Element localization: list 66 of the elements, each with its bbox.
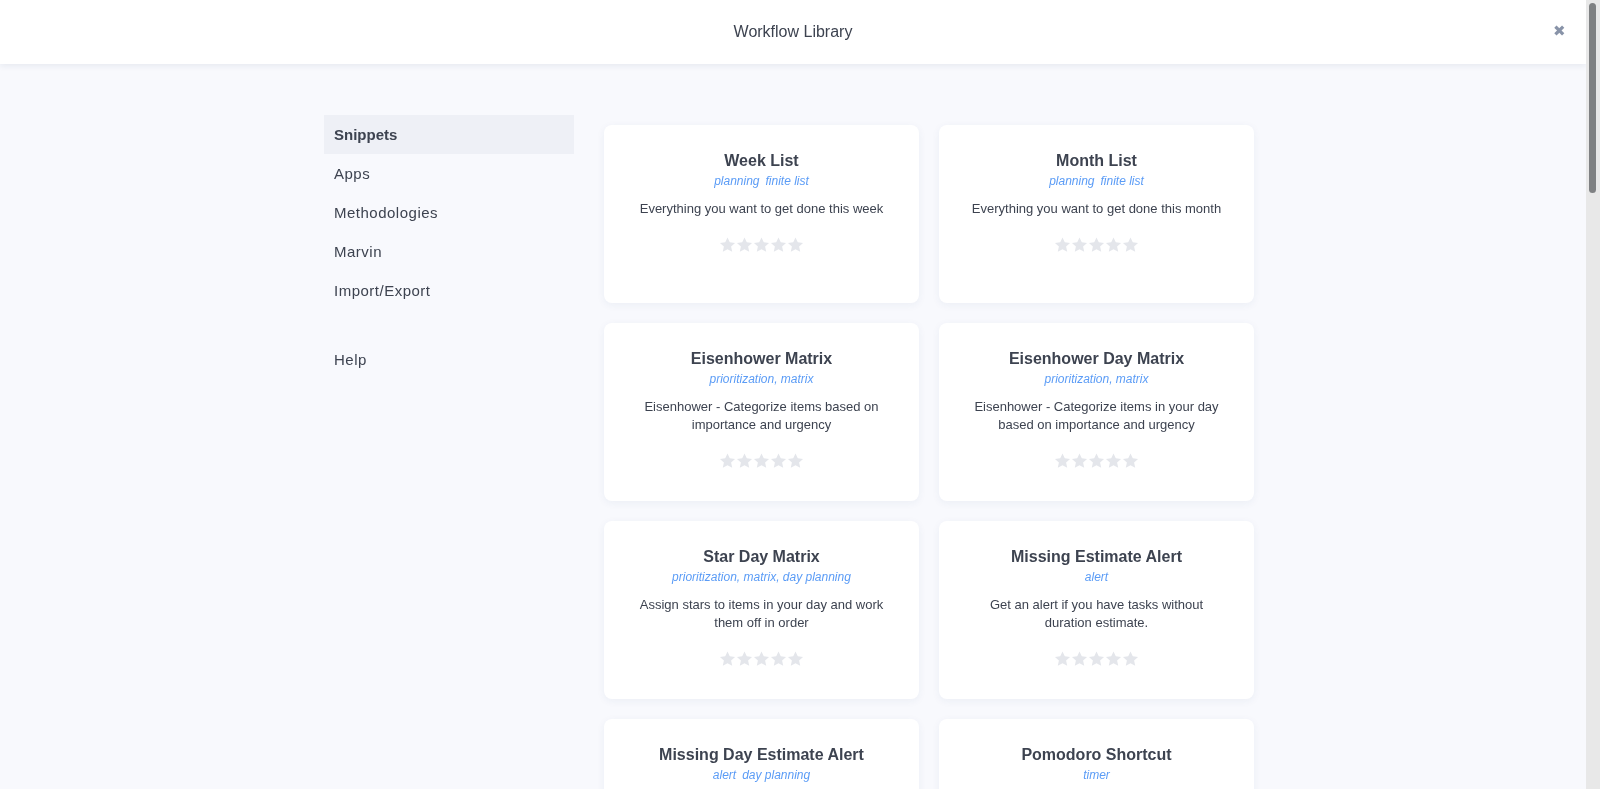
card-title: Pomodoro Shortcut: [1021, 746, 1172, 764]
star-icon[interactable]: [1071, 452, 1088, 469]
star-icon[interactable]: [1071, 650, 1088, 667]
star-icon[interactable]: [753, 650, 770, 667]
star-icon[interactable]: [770, 236, 787, 253]
card-description: Get an alert if you have tasks without duration estimate.: [988, 596, 1205, 632]
card-title: Star Day Matrix: [703, 548, 820, 566]
star-rating[interactable]: [719, 452, 804, 469]
star-icon[interactable]: [787, 452, 804, 469]
card-title: Eisenhower Matrix: [690, 350, 833, 368]
star-icon[interactable]: [719, 452, 736, 469]
star-icon[interactable]: [1054, 452, 1071, 469]
card-title: Eisenhower Day Matrix: [1008, 350, 1185, 368]
star-rating[interactable]: [1054, 236, 1139, 253]
workflow-card[interactable]: Eisenhower Day Matrix prioritization, matrix Eisenhower - Categorize items in your day based on importance and urgency: [939, 323, 1254, 501]
star-icon[interactable]: [1105, 452, 1122, 469]
sidebar-item[interactable]: Snippets: [324, 115, 574, 154]
sidebar-item[interactable]: Help: [324, 340, 574, 379]
star-icon[interactable]: [736, 236, 753, 253]
star-icon[interactable]: [1105, 650, 1122, 667]
card-description: Everything you want to get done this month: [971, 200, 1222, 218]
star-icon[interactable]: [736, 452, 753, 469]
star-icon[interactable]: [1054, 650, 1071, 667]
star-icon[interactable]: [1088, 650, 1105, 667]
card-title: Month List: [1056, 152, 1137, 170]
card-description: Eisenhower - Categorize items based on importance and urgency: [643, 398, 880, 434]
star-icon[interactable]: [1122, 452, 1139, 469]
scrollbar[interactable]: [1586, 0, 1600, 789]
sidebar-item[interactable]: Methodologies: [324, 193, 574, 232]
star-icon[interactable]: [736, 650, 753, 667]
window-title: Workflow Library: [733, 23, 853, 41]
workflow-card[interactable]: Month List planning finite list Everything you want to get done this month: [939, 125, 1254, 303]
card-description: Everything you want to get done this week: [639, 200, 884, 218]
scrollbar-thumb[interactable]: [1589, 3, 1596, 193]
star-icon[interactable]: [787, 650, 804, 667]
card-description: Assign stars to items in your day and work them off in order: [638, 596, 885, 632]
workflow-card[interactable]: Missing Estimate Alert alert Get an alert if you have tasks without duration estimate.: [939, 521, 1254, 699]
star-icon[interactable]: [719, 236, 736, 253]
star-icon[interactable]: [753, 452, 770, 469]
star-icon[interactable]: [719, 650, 736, 667]
sidebar-item[interactable]: Apps: [324, 154, 574, 193]
workflow-card[interactable]: Week List planning finite list Everything you want to get done this week: [604, 125, 919, 303]
card-description: Eisenhower - Categorize items in your day based on importance and urgency: [973, 398, 1220, 434]
workflow-card[interactable]: Pomodoro Shortcut timer: [939, 719, 1254, 789]
card-title: Week List: [724, 152, 799, 170]
sidebar-item[interactable]: Import/Export: [324, 271, 574, 310]
star-icon[interactable]: [770, 650, 787, 667]
star-icon[interactable]: [1088, 452, 1105, 469]
star-icon[interactable]: [770, 452, 787, 469]
card-title: Missing Day Estimate Alert: [659, 746, 864, 764]
star-rating[interactable]: [1054, 650, 1139, 667]
star-rating[interactable]: [1054, 452, 1139, 469]
star-icon[interactable]: [1105, 236, 1122, 253]
star-icon[interactable]: [753, 236, 770, 253]
star-rating[interactable]: [719, 650, 804, 667]
star-icon[interactable]: [1054, 236, 1071, 253]
card-title: Missing Estimate Alert: [1011, 548, 1182, 566]
sidebar-item[interactable]: Marvin: [324, 232, 574, 271]
star-icon[interactable]: [1088, 236, 1105, 253]
star-icon[interactable]: [1071, 236, 1088, 253]
star-rating[interactable]: [719, 236, 804, 253]
star-icon[interactable]: [787, 236, 804, 253]
workflow-card[interactable]: Eisenhower Matrix prioritization, matrix Eisenhower - Categorize items based on importance and urgency: [604, 323, 919, 501]
star-icon[interactable]: [1122, 650, 1139, 667]
workflow-card[interactable]: Star Day Matrix prioritization, matrix, day planning Assign stars to items in your day and work them off in order: [604, 521, 919, 699]
star-icon[interactable]: [1122, 236, 1139, 253]
